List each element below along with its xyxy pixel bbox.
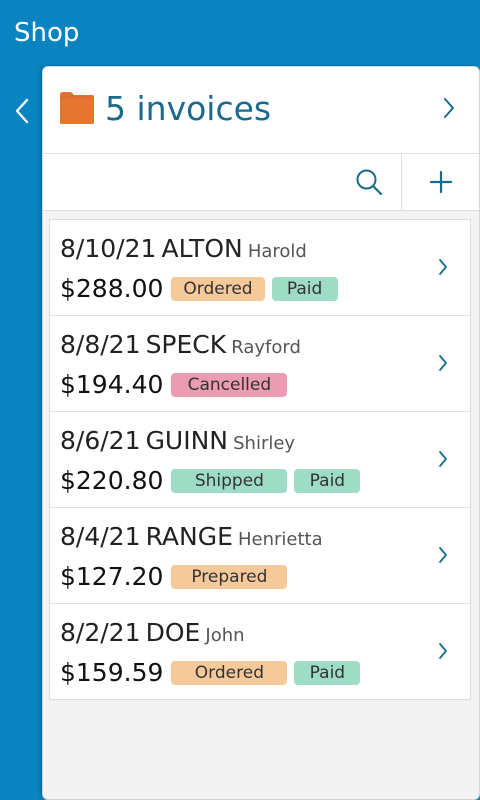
invoice-row[interactable]: 8/2/21 DOE John $159.59 Ordered Paid <box>50 604 470 699</box>
invoice-details: $220.80 Shipped Paid <box>60 466 367 495</box>
invoice-row[interactable]: 8/8/21 SPECK Rayford $194.40 Cancelled <box>50 316 470 412</box>
customer-first-name: John <box>205 625 245 646</box>
folder-icon <box>60 92 94 124</box>
invoice-row[interactable]: 8/6/21 GUINN Shirley $220.80 Shipped Pai… <box>50 412 470 508</box>
status-badge: Cancelled <box>171 372 288 397</box>
invoice-date: 8/6/21 <box>60 426 141 455</box>
invoice-details: $127.20 Prepared <box>60 562 294 591</box>
invoice-date: 8/10/21 <box>60 234 157 263</box>
customer-first-name: Harold <box>247 241 307 262</box>
back-button[interactable] <box>8 94 36 128</box>
invoice-date: 8/4/21 <box>60 522 141 551</box>
invoice-heading: 8/6/21 GUINN Shirley <box>60 426 295 455</box>
invoice-heading: 8/8/21 SPECK Rayford <box>60 330 301 359</box>
page-title: 5 invoices <box>105 89 272 128</box>
invoice-heading: 8/10/21 ALTON Harold <box>60 234 307 263</box>
search-button[interactable] <box>338 154 400 210</box>
invoice-heading: 8/4/21 RANGE Henrietta <box>60 522 323 551</box>
status-badge: Ordered <box>171 276 265 301</box>
chevron-right-icon <box>439 355 447 371</box>
invoice-amount: $288.00 <box>60 274 164 303</box>
invoice-amount: $220.80 <box>60 466 164 495</box>
customer-first-name: Henrietta <box>238 529 323 550</box>
invoice-details: $159.59 Ordered Paid <box>60 658 367 687</box>
paid-badge: Paid <box>294 468 361 493</box>
invoice-amount: $194.40 <box>60 370 164 399</box>
customer-last-name: ALTON <box>161 234 243 263</box>
chevron-right-icon <box>439 259 447 275</box>
invoice-list: 8/10/21 ALTON Harold $288.00 Ordered Pai… <box>49 219 471 700</box>
paid-badge: Paid <box>271 276 338 301</box>
chevron-right-icon <box>439 451 447 467</box>
status-badge: Shipped <box>171 468 288 493</box>
customer-last-name: DOE <box>145 618 201 647</box>
chevron-right-icon <box>439 547 447 563</box>
customer-first-name: Shirley <box>233 433 296 454</box>
paid-badge: Paid <box>294 660 361 685</box>
invoice-details: $288.00 Ordered Paid <box>60 274 345 303</box>
invoice-row[interactable]: 8/10/21 ALTON Harold $288.00 Ordered Pai… <box>50 220 470 316</box>
customer-last-name: RANGE <box>145 522 233 551</box>
customer-first-name: Rayford <box>231 337 301 358</box>
invoice-row[interactable]: 8/4/21 RANGE Henrietta $127.20 Prepared <box>50 508 470 604</box>
chevron-right-icon[interactable] <box>443 97 455 119</box>
customer-last-name: GUINN <box>145 426 229 455</box>
chevron-left-icon <box>15 98 29 124</box>
toolbar <box>43 154 479 211</box>
invoice-date: 8/8/21 <box>60 330 141 359</box>
chevron-right-icon <box>439 643 447 659</box>
add-invoice-button[interactable] <box>401 154 479 210</box>
search-icon <box>356 169 383 196</box>
invoice-date: 8/2/21 <box>60 618 141 647</box>
app-title: Shop <box>14 18 80 48</box>
invoice-amount: $127.20 <box>60 562 164 591</box>
invoice-details: $194.40 Cancelled <box>60 370 294 399</box>
status-badge: Ordered <box>171 660 288 685</box>
plus-icon <box>430 171 452 193</box>
panel-header[interactable]: 5 invoices <box>43 67 479 154</box>
status-badge: Prepared <box>171 564 288 589</box>
invoice-heading: 8/2/21 DOE John <box>60 618 245 647</box>
invoice-amount: $159.59 <box>60 658 164 687</box>
customer-last-name: SPECK <box>145 330 227 359</box>
invoices-panel: 5 invoices 8/10/21 ALTON Harold $288.00 … <box>42 66 480 800</box>
